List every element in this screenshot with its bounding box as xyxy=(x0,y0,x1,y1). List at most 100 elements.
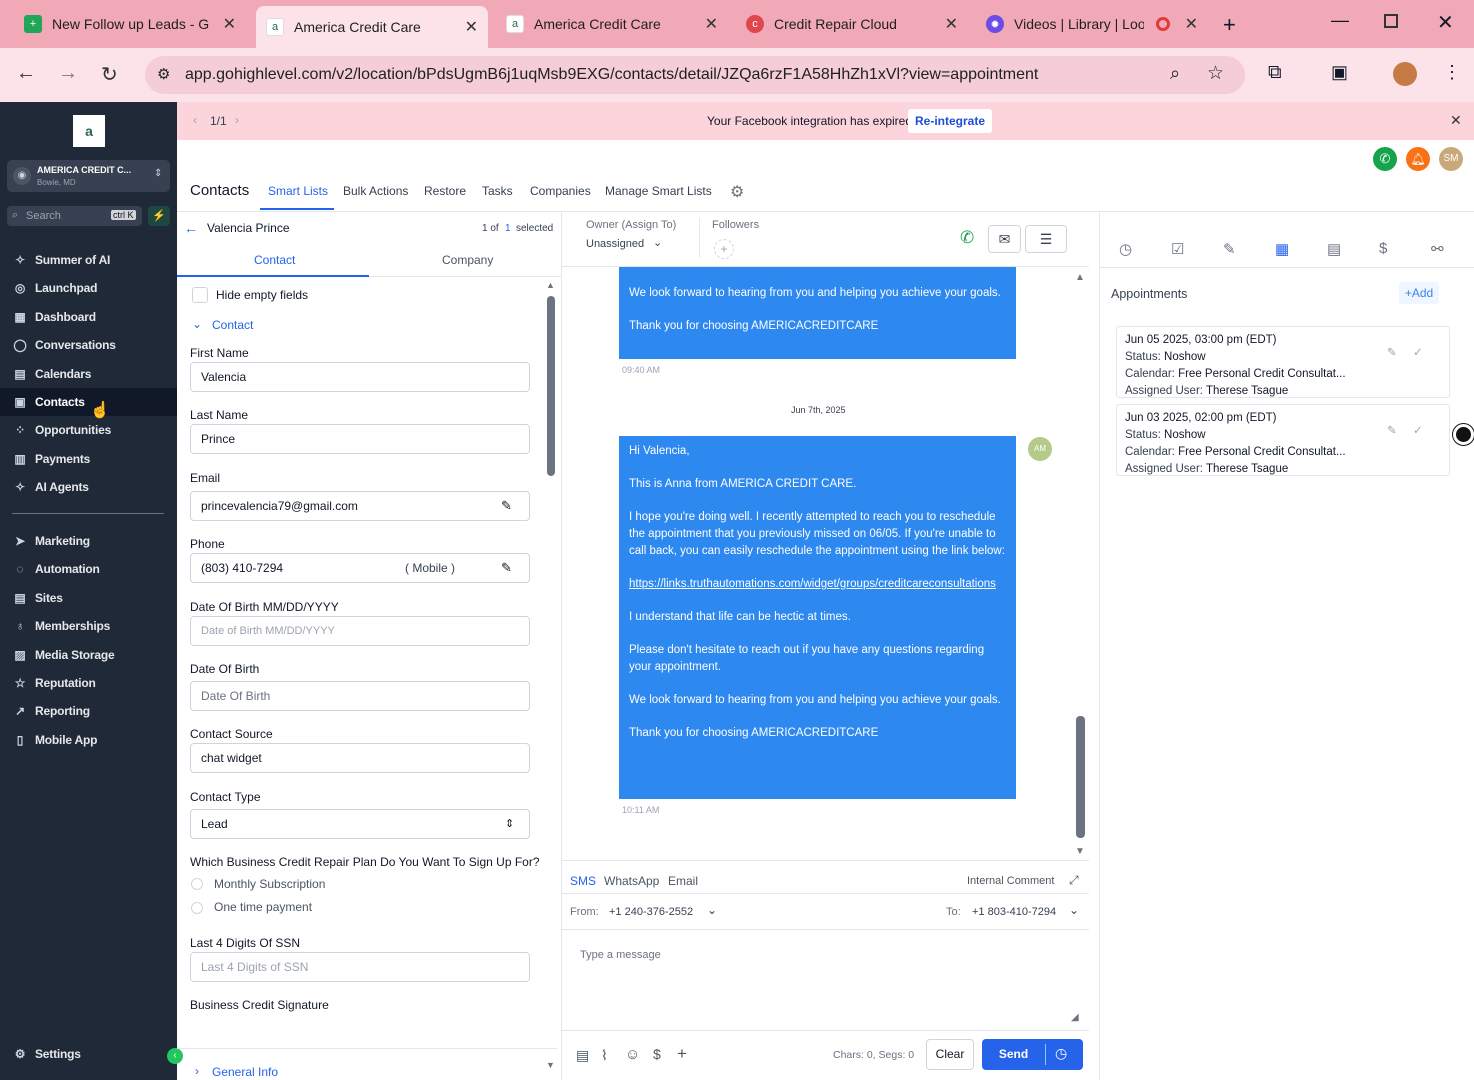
workflow-icon[interactable]: ⚯ xyxy=(1431,240,1444,258)
sidebar-item-conversations[interactable]: ◯ Conversations xyxy=(0,331,177,359)
phone-icon[interactable]: ✆ xyxy=(1373,147,1397,171)
sidebar-item-summer-of-ai[interactable]: ✧ Summer of AI xyxy=(0,246,177,274)
tab-manage-smart-lists[interactable]: Manage Smart Lists xyxy=(605,184,712,198)
tab-restore[interactable]: Restore xyxy=(424,184,466,198)
scroll-up-icon[interactable]: ▲ xyxy=(546,280,555,290)
to-select[interactable]: +1 803-410-7294 xyxy=(972,906,1056,918)
sidebar-item-payments[interactable]: ▥ Payments xyxy=(0,445,177,473)
browser-tab[interactable]: c Credit Repair Cloud ✕ xyxy=(736,6,968,42)
channel-email[interactable]: Email xyxy=(668,874,698,888)
sidebar-item-mobile-app[interactable]: ▯ Mobile App xyxy=(0,726,177,754)
reload-icon[interactable]: ↻ xyxy=(101,62,118,87)
owner-select[interactable]: Unassigned xyxy=(586,238,644,250)
schedule-clock-icon[interactable]: ◷ xyxy=(1055,1045,1067,1062)
sidebar-item-contacts[interactable]: ▣ Contacts xyxy=(0,388,177,416)
collapse-sidebar-icon[interactable]: ‹ xyxy=(167,1048,183,1064)
scroll-up-icon[interactable]: ▲ xyxy=(1075,272,1085,283)
expand-icon[interactable]: ⤢ xyxy=(1069,873,1079,888)
scroll-down-icon[interactable]: ▼ xyxy=(1075,846,1085,857)
account-switcher[interactable]: ◉ AMERICA CREDIT C... Bowie, MD ⇕ xyxy=(7,160,170,192)
chevron-down-icon[interactable]: ⌄ xyxy=(192,317,202,331)
sidebar-item-opportunities[interactable]: ⁘ Opportunities xyxy=(0,416,177,444)
floating-widget-icon[interactable] xyxy=(1453,424,1474,445)
payments-dollar-icon[interactable]: $ xyxy=(1379,240,1387,257)
calendar-icon[interactable]: ▦ xyxy=(1275,240,1289,258)
attachment-icon[interactable]: ⌇ xyxy=(601,1047,608,1064)
close-icon[interactable]: ✕ xyxy=(945,14,958,34)
tab-tasks[interactable]: Tasks xyxy=(482,184,513,198)
sidebar-item-calendars[interactable]: ▤ Calendars xyxy=(0,360,177,388)
document-icon[interactable]: ▤ xyxy=(576,1047,589,1064)
extensions-icon[interactable]: ⧉ xyxy=(1268,62,1282,84)
settings-gear-icon[interactable]: ⚙ xyxy=(730,182,744,202)
browser-tab-active[interactable]: a America Credit Care ✕ xyxy=(256,6,488,48)
dollar-icon[interactable]: $ xyxy=(653,1046,661,1062)
send-button[interactable]: Send xyxy=(982,1039,1045,1070)
sidebar-item-memberships[interactable]: ♁ Memberships xyxy=(0,612,177,640)
emoji-icon[interactable]: ☺ xyxy=(625,1046,640,1063)
radio-one-time[interactable] xyxy=(191,902,203,914)
check-icon[interactable]: ✓ xyxy=(1413,345,1423,362)
edit-pencil-icon[interactable]: ✎ xyxy=(501,498,512,514)
plus-icon[interactable]: + xyxy=(677,1044,687,1064)
add-appointment-button[interactable]: +Add xyxy=(1399,282,1439,304)
appointment-card[interactable]: Jun 03 2025, 02:00 pm (EDT) Status: Nosh… xyxy=(1116,404,1450,476)
internal-comment-tab[interactable]: Internal Comment xyxy=(967,875,1054,887)
sidebar-item-settings[interactable]: ⚙ Settings xyxy=(0,1040,177,1068)
tab-company[interactable]: Company xyxy=(442,253,493,267)
scrollbar-thumb[interactable] xyxy=(1076,716,1085,838)
back-arrow-icon[interactable]: ← xyxy=(184,220,198,236)
site-info-icon[interactable]: ⚙ xyxy=(157,65,170,83)
profile-avatar[interactable] xyxy=(1393,62,1417,86)
prev-icon[interactable]: ‹ xyxy=(193,113,197,127)
hide-empty-checkbox[interactable] xyxy=(192,287,208,303)
user-avatar[interactable]: SM xyxy=(1439,147,1463,171)
add-follower-icon[interactable]: + xyxy=(714,239,734,259)
tab-smart-lists[interactable]: Smart Lists xyxy=(268,184,328,198)
source-field[interactable]: chat widget xyxy=(190,743,530,773)
browser-tab[interactable]: a America Credit Care ✕ xyxy=(496,6,728,42)
dob-mm-field[interactable]: Date of Birth MM/DD/YYYY xyxy=(190,616,530,646)
media-icon[interactable]: ▣ xyxy=(1331,62,1348,83)
sidebar-item-marketing[interactable]: ➤ Marketing xyxy=(0,527,177,555)
message-textarea[interactable]: Type a message ◢ xyxy=(570,940,1082,1026)
phone-field[interactable]: (803) 410-7294 ( Mobile ) ✎ xyxy=(190,553,530,583)
browser-tab[interactable]: ✹ Videos | Library | Loo ✕ xyxy=(976,6,1208,42)
new-tab-icon[interactable]: + xyxy=(1223,12,1236,38)
channel-sms[interactable]: SMS xyxy=(570,874,596,888)
close-icon[interactable]: ✕ xyxy=(705,14,718,34)
ssn-field[interactable]: Last 4 Digits of SSN xyxy=(190,952,530,982)
sidebar-item-sites[interactable]: ▤ Sites xyxy=(0,584,177,612)
sidebar-item-media-storage[interactable]: ▨ Media Storage xyxy=(0,641,177,669)
sidebar-item-ai-agents[interactable]: ✧ AI Agents xyxy=(0,473,177,501)
email-field[interactable]: princevalencia79@gmail.com ✎ xyxy=(190,491,530,521)
tab-bulk-actions[interactable]: Bulk Actions xyxy=(343,184,408,198)
back-icon[interactable]: ← xyxy=(16,62,36,85)
filter-icon[interactable]: ☰ xyxy=(1025,225,1067,253)
window-close-icon[interactable]: ✕ xyxy=(1437,10,1454,35)
activity-clock-icon[interactable]: ◷ xyxy=(1119,240,1132,258)
bookmark-star-icon[interactable]: ☆ xyxy=(1207,62,1224,85)
forward-icon[interactable]: → xyxy=(58,62,78,85)
quick-action-icon[interactable]: ⚡ xyxy=(148,206,170,226)
sidebar-item-automation[interactable]: ◌ Automation xyxy=(0,555,177,583)
edit-icon[interactable]: ✎ xyxy=(1387,345,1397,362)
search-input[interactable]: ⌕ Search ctrl K xyxy=(7,206,142,226)
edit-pencil-icon[interactable]: ✎ xyxy=(501,560,512,576)
last-name-field[interactable]: Prince xyxy=(190,424,530,454)
channel-whatsapp[interactable]: WhatsApp xyxy=(604,874,659,888)
tab-contact[interactable]: Contact xyxy=(254,253,295,267)
sidebar-item-reporting[interactable]: ↗ Reporting xyxy=(0,697,177,725)
next-icon[interactable]: › xyxy=(235,113,239,127)
sidebar-item-launchpad[interactable]: ◎ Launchpad xyxy=(0,274,177,302)
scroll-down-icon[interactable]: ▼ xyxy=(546,1060,555,1070)
dob-field[interactable]: Date Of Birth xyxy=(190,681,530,711)
tab-companies[interactable]: Companies xyxy=(530,184,591,198)
radio-monthly[interactable] xyxy=(191,878,203,890)
tasks-check-icon[interactable]: ☑ xyxy=(1171,240,1184,258)
zoom-icon[interactable]: ⌕ xyxy=(1170,63,1180,84)
close-icon[interactable]: ✕ xyxy=(1185,14,1198,34)
clear-button[interactable]: Clear xyxy=(926,1039,974,1070)
check-icon[interactable]: ✓ xyxy=(1413,423,1423,440)
close-icon[interactable]: ✕ xyxy=(1450,112,1462,129)
